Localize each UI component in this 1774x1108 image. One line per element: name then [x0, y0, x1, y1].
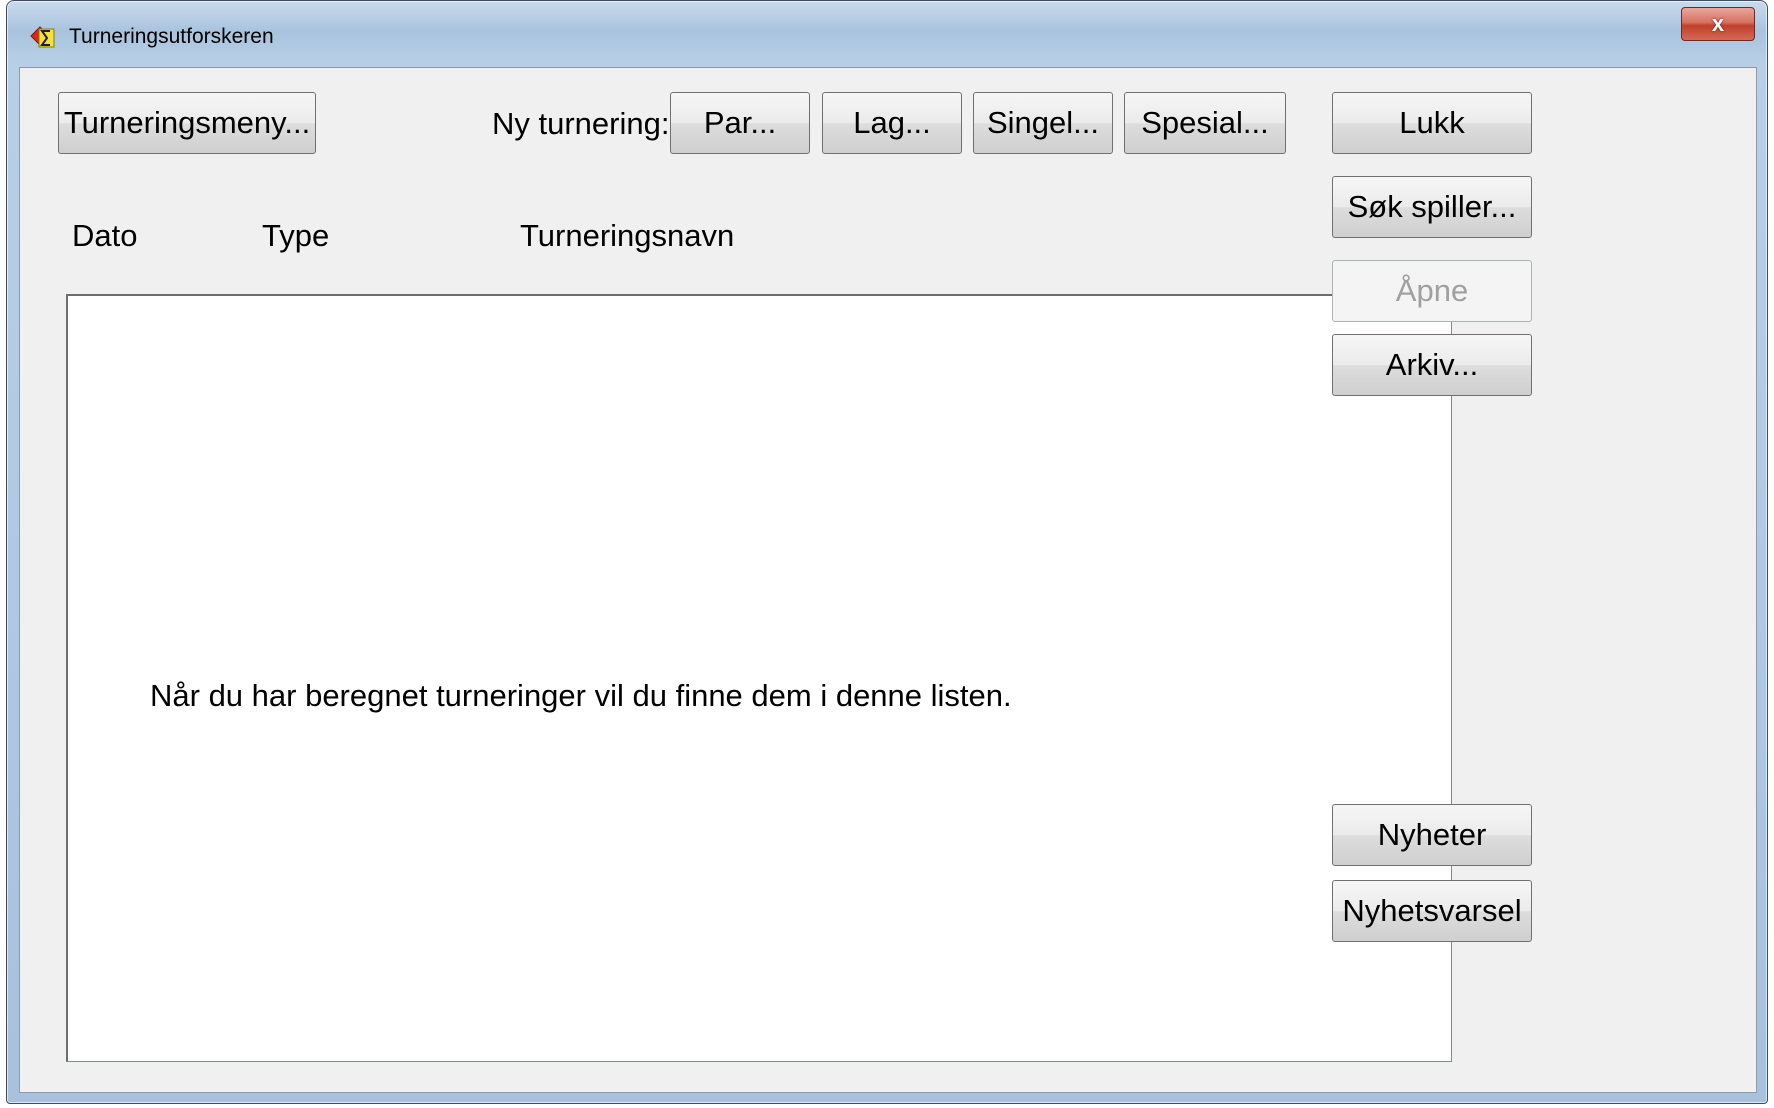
open-tournament-button[interactable]: Åpne: [1332, 260, 1532, 322]
tournament-menu-button[interactable]: Turneringsmeny...: [58, 92, 316, 154]
news-button[interactable]: Nyheter: [1332, 804, 1532, 866]
new-team-tournament-button[interactable]: Lag...: [822, 92, 962, 154]
search-player-button[interactable]: Søk spiller...: [1332, 176, 1532, 238]
new-special-tournament-button[interactable]: Spesial...: [1124, 92, 1286, 154]
column-header-tournament-name[interactable]: Turneringsnavn: [520, 218, 734, 254]
title-bar[interactable]: Turneringsutforskeren x: [7, 1, 1767, 67]
close-icon: x: [1711, 11, 1725, 36]
close-dialog-button[interactable]: Lukk: [1332, 92, 1532, 154]
column-header-date[interactable]: Dato: [72, 218, 137, 254]
tournament-list[interactable]: Når du har beregnet turneringer vil du f…: [66, 294, 1452, 1062]
empty-list-message: Når du har beregnet turneringer vil du f…: [150, 678, 1012, 713]
archive-button[interactable]: Arkiv...: [1332, 334, 1532, 396]
new-single-tournament-button[interactable]: Singel...: [973, 92, 1113, 154]
new-pair-tournament-button[interactable]: Par...: [670, 92, 810, 154]
tournament-explorer-window: Turneringsutforskeren x Turneringsmeny..…: [6, 0, 1768, 1104]
column-header-type[interactable]: Type: [262, 218, 329, 254]
dialog-client-area: Turneringsmeny... Ny turnering: Par... L…: [19, 67, 1757, 1093]
new-tournament-label: Ny turnering:: [492, 106, 670, 141]
window-close-button[interactable]: x: [1681, 7, 1755, 41]
sigma-diamond-icon: [30, 26, 55, 48]
window-title: Turneringsutforskeren: [69, 25, 274, 48]
news-alert-button[interactable]: Nyhetsvarsel: [1332, 880, 1532, 942]
